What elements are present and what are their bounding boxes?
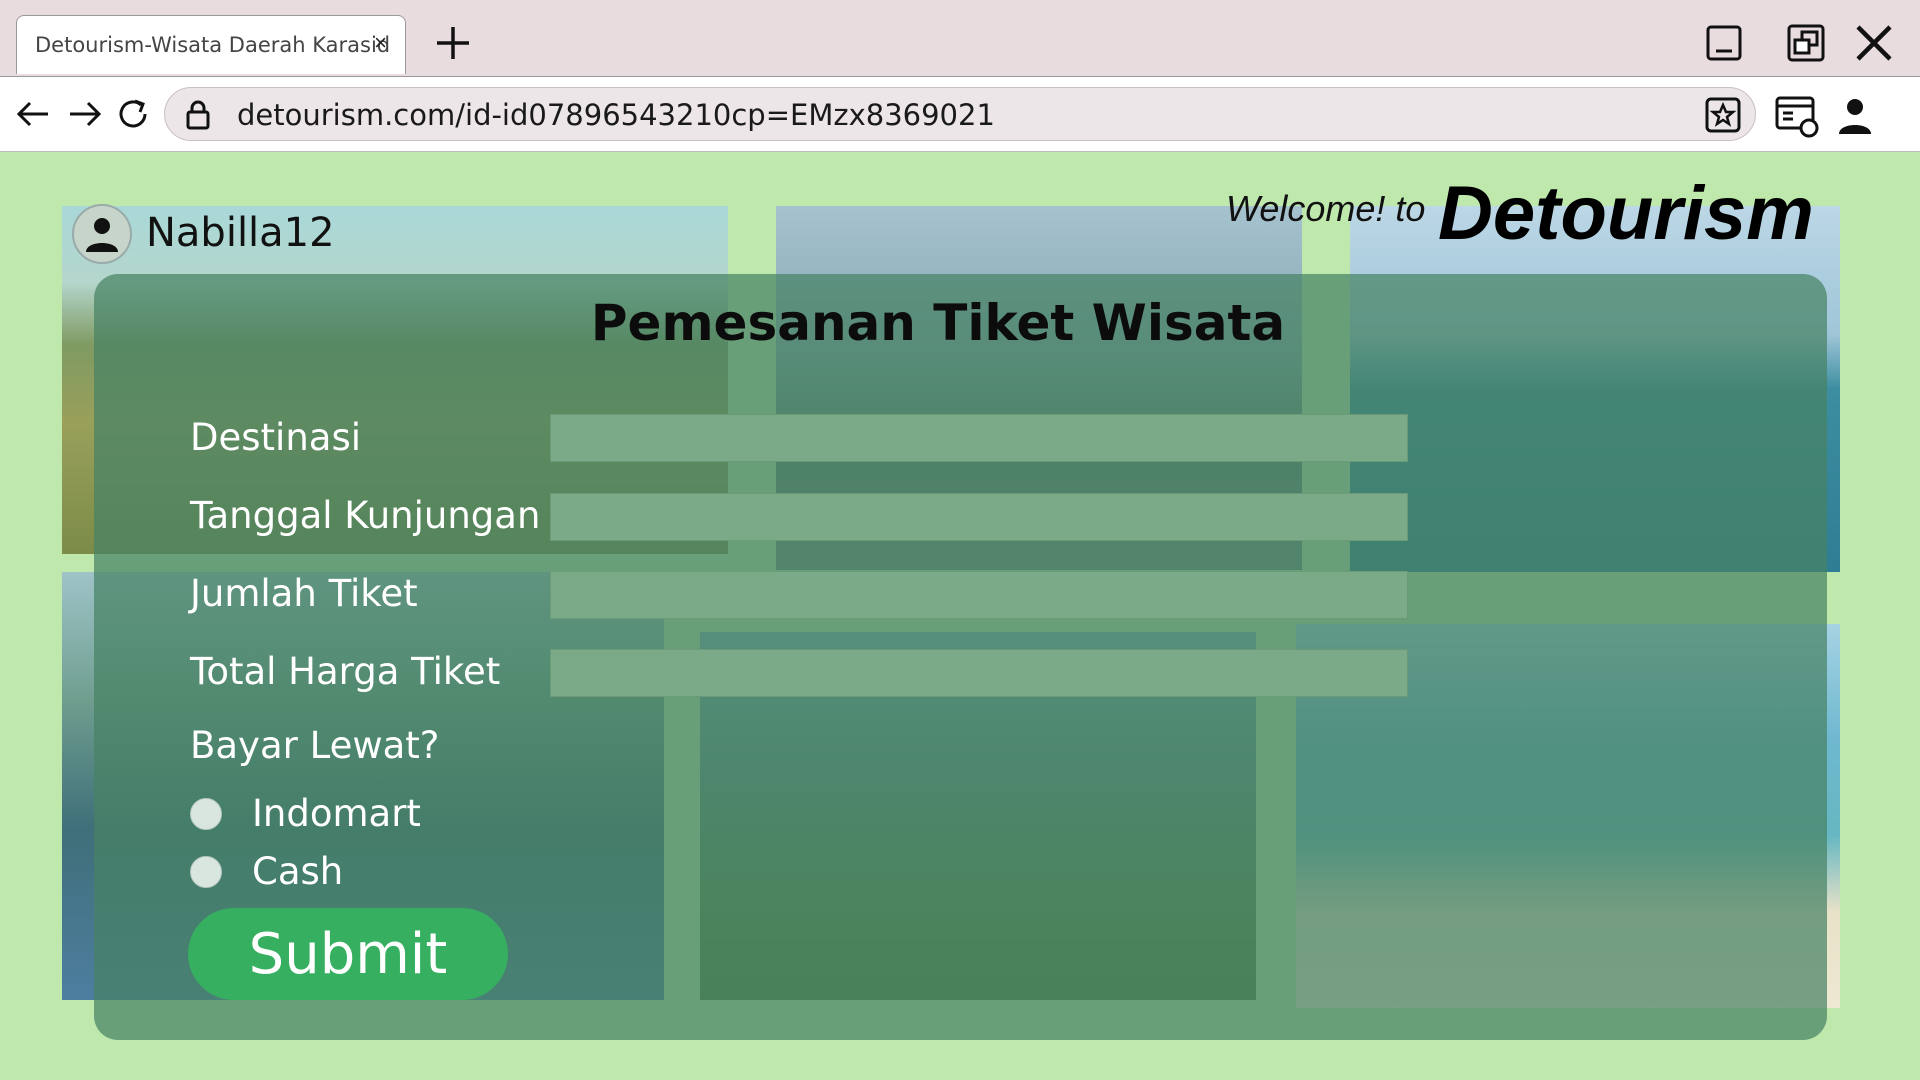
page-content: Nabilla12 Welcome! to Detourism Pemesana… bbox=[0, 152, 1920, 1080]
form-title: Pemesanan Tiket Wisata bbox=[590, 294, 1286, 352]
avatar[interactable] bbox=[72, 204, 132, 264]
username: Nabilla12 bbox=[146, 210, 335, 256]
address-bar[interactable]: detourism.com/id-id07896543210cp=EMzx836… bbox=[164, 87, 1756, 141]
close-icon bbox=[1856, 25, 1892, 61]
submit-button[interactable]: Submit bbox=[188, 908, 508, 1000]
profile-icon bbox=[1839, 99, 1871, 134]
url-text: detourism.com/id-id07896543210cp=EMzx836… bbox=[237, 98, 995, 132]
cash-radio[interactable] bbox=[190, 855, 222, 888]
bookmark-star-icon[interactable] bbox=[1705, 97, 1741, 133]
reload-icon bbox=[119, 99, 147, 128]
jumlah-tiket-input[interactable] bbox=[550, 571, 1408, 619]
destinasi-label: Destinasi bbox=[190, 416, 361, 459]
jumlah-tiket-label: Jumlah Tiket bbox=[190, 572, 418, 615]
plus-icon bbox=[437, 27, 469, 59]
minimize-icon bbox=[1706, 25, 1742, 61]
tanggal-kunjungan-input[interactable] bbox=[550, 493, 1408, 541]
indomart-label: Indomart bbox=[252, 792, 421, 835]
arrow-right-icon bbox=[70, 101, 102, 127]
total-harga-tiket-input[interactable] bbox=[550, 649, 1408, 697]
restore-icon bbox=[1787, 24, 1825, 62]
welcome-text: Welcome! to bbox=[1226, 188, 1426, 229]
payment-option-cash[interactable]: Cash bbox=[190, 850, 343, 893]
address-toolbar: detourism.com/id-id07896543210cp=EMzx836… bbox=[0, 76, 1920, 152]
browser-tab-bar: Detourism-Wisata Daerah Karasid × bbox=[0, 0, 1920, 76]
forward-button[interactable] bbox=[62, 91, 108, 137]
tanggal-kunjungan-label: Tanggal Kunjungan bbox=[190, 494, 541, 537]
profile-button[interactable] bbox=[1830, 91, 1880, 141]
close-window-button[interactable] bbox=[1846, 18, 1902, 68]
total-harga-tiket-label: Total Harga Tiket bbox=[190, 650, 501, 693]
brand-logo: Detourism bbox=[1438, 171, 1814, 256]
payment-option-indomart[interactable]: Indomart bbox=[190, 792, 421, 835]
payment-question: Bayar Lewat? bbox=[190, 724, 440, 767]
cash-label: Cash bbox=[252, 850, 344, 893]
minimize-button[interactable] bbox=[1696, 18, 1752, 68]
indomart-radio[interactable] bbox=[190, 797, 222, 830]
destinasi-input[interactable] bbox=[550, 414, 1408, 462]
browser-settings-icon bbox=[1775, 96, 1819, 138]
lock-icon bbox=[186, 100, 210, 130]
new-tab-button[interactable] bbox=[428, 18, 478, 68]
collections-button[interactable] bbox=[1772, 91, 1822, 141]
arrow-left-icon bbox=[16, 101, 48, 127]
tab-title: Detourism-Wisata Daerah Karasid bbox=[35, 33, 391, 57]
tab-close-icon[interactable]: × bbox=[374, 32, 387, 54]
back-button[interactable] bbox=[10, 91, 56, 137]
user-icon bbox=[86, 218, 118, 252]
browser-tab[interactable]: Detourism-Wisata Daerah Karasid × bbox=[16, 15, 406, 74]
restore-button[interactable] bbox=[1778, 18, 1834, 68]
reload-button[interactable] bbox=[110, 91, 156, 137]
